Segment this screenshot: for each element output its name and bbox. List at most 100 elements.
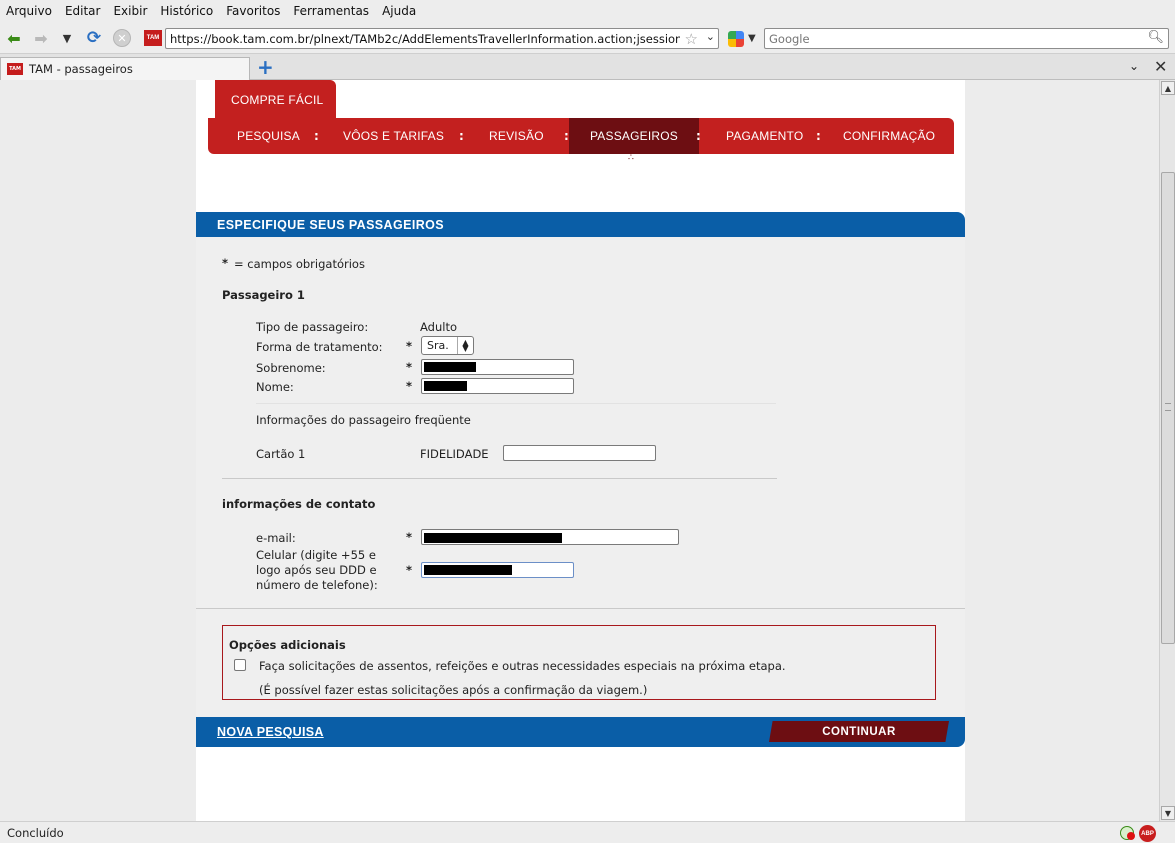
adblock-plus-icon[interactable]: ABP <box>1139 825 1156 842</box>
booking-steps-nav: PESQUISA : VÔOS E TARIFAS : REVISÃO : PA… <box>208 118 954 154</box>
google-icon <box>728 30 744 47</box>
step-pagamento[interactable]: PAGAMENTO <box>726 118 803 154</box>
menu-exibir[interactable]: Exibir <box>113 4 147 18</box>
search-input[interactable] <box>769 31 1139 46</box>
section-title: ESPECIFIQUE SEUS PASSAGEIROS <box>196 212 965 237</box>
vertical-scrollbar[interactable]: ▲ ▼ <box>1159 80 1175 821</box>
new-tab-plus-icon[interactable]: + <box>257 57 274 77</box>
active-step-indicator-icon: ∴ <box>628 153 634 163</box>
sobrenome-label: Sobrenome: <box>256 361 326 375</box>
content-viewport: COMPRE FÁCIL PESQUISA : VÔOS E TARIFAS :… <box>0 80 1159 821</box>
bookmark-star-icon[interactable]: ☆ <box>685 30 698 48</box>
continuar-button[interactable]: CONTINUAR <box>769 721 949 742</box>
stop-button[interactable]: ✕ <box>111 27 133 49</box>
special-requests-label: Faça solicitações de assentos, refeições… <box>259 659 786 673</box>
tipo-label: Tipo de passageiro: <box>256 320 369 334</box>
required-star: * <box>406 360 413 374</box>
step-separator: : <box>314 129 319 143</box>
contact-heading: informações de contato <box>222 497 376 511</box>
required-star: * <box>406 563 413 577</box>
url-input[interactable] <box>170 31 680 46</box>
email-field[interactable] <box>421 529 679 545</box>
menu-historico[interactable]: Histórico <box>160 4 213 18</box>
menu-ferramentas[interactable]: Ferramentas <box>293 4 369 18</box>
cartao-label: Cartão 1 <box>256 447 306 461</box>
scroll-down-arrow-icon[interactable]: ▼ <box>1161 806 1175 820</box>
scroll-up-arrow-icon[interactable]: ▲ <box>1161 81 1175 95</box>
step-confirmacao[interactable]: CONFIRMAÇÃO <box>843 118 935 154</box>
search-bar[interactable]: 🔍︎ <box>764 28 1169 49</box>
tab-bar: TAM TAM - passageiros + ⌄ ✕ <box>0 54 1175 80</box>
back-arrow-icon[interactable]: ⬅ <box>3 27 25 49</box>
celular-label-line3: número de telefone): <box>256 578 378 592</box>
step-separator: : <box>459 129 464 143</box>
menu-bar: Arquivo Editar Exibir Histórico Favorito… <box>0 0 1175 22</box>
required-star: * <box>222 256 229 270</box>
tratamento-selected: Sra. <box>427 339 449 352</box>
stop-icon: ✕ <box>113 29 131 47</box>
tipo-value: Adulto <box>420 320 457 334</box>
divider <box>256 403 776 404</box>
search-icon[interactable]: 🔍︎ <box>1147 30 1164 45</box>
tratamento-label: Forma de tratamento: <box>256 340 383 354</box>
menu-arquivo[interactable]: Arquivo <box>6 4 52 18</box>
menu-favoritos[interactable]: Favoritos <box>226 4 280 18</box>
tab-favicon-icon: TAM <box>7 63 23 75</box>
url-bar[interactable]: ☆ ⌄ <box>165 28 719 49</box>
status-bar: Concluído ABP <box>0 821 1175 843</box>
menu-ajuda[interactable]: Ajuda <box>382 4 416 18</box>
history-dropdown-icon[interactable]: ▼ <box>56 27 78 49</box>
required-note: = campos obrigatórios <box>234 257 365 271</box>
compre-facil-tab[interactable]: COMPRE FÁCIL <box>215 80 336 120</box>
chevron-down-icon: ▼ <box>748 33 756 44</box>
required-star: * <box>406 339 413 353</box>
special-requests-checkbox[interactable] <box>234 659 246 671</box>
search-engine-selector[interactable]: ▼ <box>728 28 762 49</box>
menu-editar[interactable]: Editar <box>65 4 101 18</box>
tab-title: TAM - passageiros <box>29 62 133 76</box>
forward-arrow-icon[interactable]: ➡ <box>30 27 52 49</box>
step-pesquisa[interactable]: PESQUISA <box>237 118 300 154</box>
celular-field[interactable] <box>421 562 574 578</box>
select-arrows-icon: ▲ ▼ <box>457 337 473 354</box>
sobrenome-field[interactable] <box>421 359 574 375</box>
step-revisao[interactable]: REVISÃO <box>489 118 544 154</box>
redacted-value <box>424 533 562 543</box>
nova-pesquisa-link[interactable]: NOVA PESQUISA <box>217 725 324 739</box>
email-label: e-mail: <box>256 531 296 545</box>
alert-badge-icon <box>1127 832 1135 840</box>
divider <box>222 478 777 479</box>
required-star: * <box>406 530 413 544</box>
fidelidade-card-field[interactable] <box>503 445 656 461</box>
tab-list-chevron-icon[interactable]: ⌄ <box>1129 59 1139 73</box>
step-separator: : <box>816 129 821 143</box>
navigation-toolbar: ⬅ ➡ ▼ ⟳ ✕ TAM ☆ ⌄ ▼ 🔍︎ <box>0 22 1175 54</box>
nome-field[interactable] <box>421 378 574 394</box>
options-heading: Opções adicionais <box>229 638 346 652</box>
required-star: * <box>406 379 413 393</box>
status-text: Concluído <box>7 825 64 840</box>
frequent-heading: Informações do passageiro freqüente <box>256 413 471 427</box>
fidelidade-label: FIDELIDADE <box>420 447 489 461</box>
step-separator: : <box>696 129 701 143</box>
divider <box>196 608 965 609</box>
tratamento-select[interactable]: Sra. ▲ ▼ <box>421 336 474 355</box>
redacted-value <box>424 362 476 372</box>
additional-options-box: Opções adicionais Faça solicitações de a… <box>222 625 936 700</box>
redacted-value <box>424 565 512 575</box>
celular-label-line2: logo após seu DDD e <box>256 563 377 577</box>
scrollbar-thumb[interactable] <box>1161 172 1175 644</box>
celular-label-line1: Celular (digite +55 e <box>256 548 376 562</box>
tab-tam-passageiros[interactable]: TAM TAM - passageiros <box>0 57 250 80</box>
site-favicon-icon: TAM <box>144 30 162 46</box>
nome-label: Nome: <box>256 380 294 394</box>
footer-bar: NOVA PESQUISA CONTINUAR <box>196 717 965 747</box>
step-passageiros-active[interactable]: PASSAGEIROS <box>569 118 699 154</box>
step-voos-tarifas[interactable]: VÔOS E TARIFAS <box>343 118 444 154</box>
scrollbar-grip <box>1165 403 1171 411</box>
reload-icon[interactable]: ⟳ <box>83 27 105 49</box>
close-tab-icon[interactable]: ✕ <box>1154 57 1167 76</box>
passenger-heading: Passageiro 1 <box>222 288 305 302</box>
redacted-value <box>424 381 467 391</box>
url-dropdown-icon[interactable]: ⌄ <box>706 30 715 43</box>
